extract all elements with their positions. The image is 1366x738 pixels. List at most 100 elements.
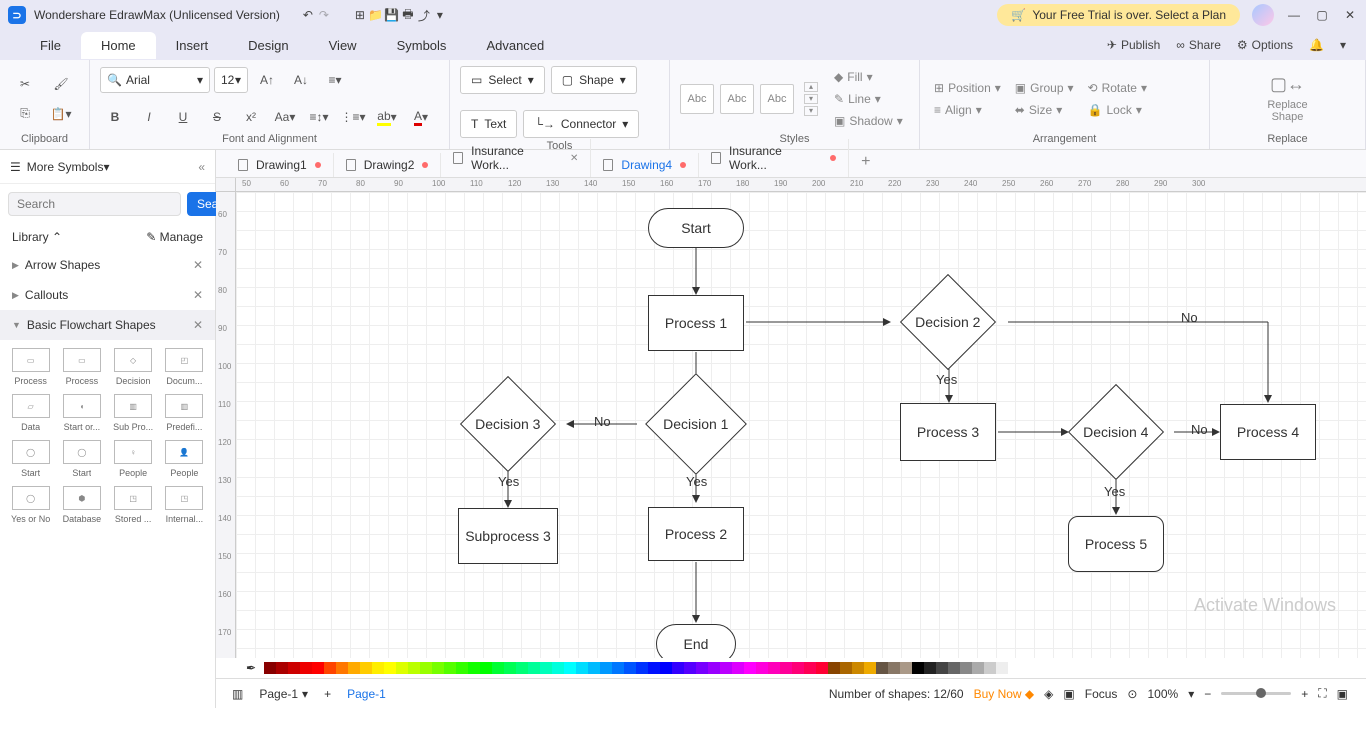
doc-tab[interactable]: Insurance Work... [699, 139, 849, 177]
doc-tab[interactable]: Drawing4 [591, 153, 699, 177]
copy-icon[interactable]: ⎘ [10, 101, 40, 127]
bullets-icon[interactable]: ⋮≡▾ [338, 104, 368, 130]
fit-page-icon[interactable]: ⛶ [1318, 686, 1326, 701]
shape-data[interactable]: ▱Data [6, 392, 55, 434]
node-decision4[interactable]: Decision 4 [1068, 384, 1164, 480]
library-label[interactable]: Library ⌃ [12, 230, 62, 244]
style-preset-3[interactable]: Abc [760, 84, 794, 114]
node-process3[interactable]: Process 3 [900, 403, 996, 461]
color-swatch[interactable] [456, 662, 468, 674]
shape-sub pro...[interactable]: ▥Sub Pro... [109, 392, 158, 434]
font-color-icon[interactable]: A▾ [406, 104, 436, 130]
pages-list-icon[interactable]: ▥ [224, 687, 251, 701]
options-button[interactable]: ⚙ Options [1237, 38, 1293, 52]
color-swatch[interactable] [468, 662, 480, 674]
color-swatch[interactable] [672, 662, 684, 674]
connector-tool[interactable]: └→ Connector ▾ [523, 110, 639, 138]
color-swatch[interactable] [372, 662, 384, 674]
color-swatch[interactable] [948, 662, 960, 674]
user-avatar[interactable] [1252, 4, 1274, 26]
node-process5[interactable]: Process 5 [1068, 516, 1164, 572]
shape-yes or no[interactable]: ◯Yes or No [6, 484, 55, 526]
underline-icon[interactable]: U [168, 104, 198, 130]
redo-icon[interactable]: ↷ [316, 7, 332, 23]
color-swatch[interactable] [684, 662, 696, 674]
lock-button[interactable]: 🔒 Lock▾ [1084, 101, 1151, 119]
fullscreen-icon[interactable]: ▣ [1337, 687, 1348, 701]
cut-icon[interactable]: ✂ [10, 71, 40, 97]
focus-button[interactable]: Focus [1085, 687, 1118, 701]
fill-button[interactable]: ◆ Fill▾ [830, 68, 907, 86]
shadow-button[interactable]: ▣ Shadow▾ [830, 112, 907, 130]
color-swatch[interactable] [924, 662, 936, 674]
shape-start or...[interactable]: ◖Start or... [57, 392, 106, 434]
zoom-in-icon[interactable]: + [1301, 687, 1308, 701]
color-swatch[interactable] [600, 662, 612, 674]
color-swatch[interactable] [888, 662, 900, 674]
buy-now-link[interactable]: Buy Now ◆ [974, 687, 1035, 701]
presentation-icon[interactable]: ▣ [1063, 687, 1074, 701]
color-swatch[interactable] [804, 662, 816, 674]
decrease-font-icon[interactable]: A↓ [286, 67, 316, 93]
select-tool[interactable]: ▭ Select ▾ [460, 66, 545, 94]
color-swatch[interactable] [996, 662, 1008, 674]
color-swatch[interactable] [828, 662, 840, 674]
add-tab-icon[interactable]: + [849, 147, 882, 177]
page-tab-active[interactable]: Page-1 [339, 687, 394, 701]
zoom-slider[interactable] [1221, 692, 1291, 695]
color-swatch[interactable] [396, 662, 408, 674]
color-swatch[interactable] [840, 662, 852, 674]
color-swatch[interactable] [660, 662, 672, 674]
zoom-out-icon[interactable]: − [1204, 687, 1211, 701]
tab-close-icon[interactable]: ✕ [570, 153, 578, 164]
color-swatch[interactable] [420, 662, 432, 674]
menu-insert[interactable]: Insert [156, 32, 229, 59]
color-swatch[interactable] [768, 662, 780, 674]
shape-start[interactable]: ◯Start [6, 438, 55, 480]
color-swatch[interactable] [444, 662, 456, 674]
align-text-icon[interactable]: ≡▾ [320, 67, 350, 93]
publish-button[interactable]: ✈ Publish [1107, 38, 1160, 52]
color-swatch[interactable] [312, 662, 324, 674]
color-swatch[interactable] [636, 662, 648, 674]
line-button[interactable]: ✎ Line▾ [830, 90, 907, 108]
color-swatch[interactable] [300, 662, 312, 674]
font-family-select[interactable]: 🔍 Arial▾ [100, 67, 210, 93]
more-symbols-label[interactable]: More Symbols [27, 160, 104, 174]
ribbon-collapse-icon[interactable]: ▾ [1340, 38, 1346, 52]
menu-design[interactable]: Design [228, 32, 308, 59]
color-swatch[interactable] [720, 662, 732, 674]
undo-icon[interactable]: ↶ [300, 7, 316, 23]
export-icon[interactable]: ⤴ [416, 7, 432, 23]
shape-predefi...[interactable]: ▥Predefi... [160, 392, 209, 434]
group-button[interactable]: ▣ Group▾ [1011, 79, 1078, 97]
color-swatch[interactable] [360, 662, 372, 674]
open-icon[interactable]: 📁 [368, 7, 384, 23]
color-swatch[interactable] [648, 662, 660, 674]
node-process4[interactable]: Process 4 [1220, 404, 1316, 460]
node-decision2[interactable]: Decision 2 [900, 274, 996, 370]
color-swatch[interactable] [816, 662, 828, 674]
symbol-search-input[interactable] [8, 192, 181, 216]
color-swatch[interactable] [624, 662, 636, 674]
shape-internal...[interactable]: ◳Internal... [160, 484, 209, 526]
text-tool[interactable]: T Text [460, 110, 517, 138]
color-swatch[interactable] [504, 662, 516, 674]
shape-people[interactable]: ♀People [109, 438, 158, 480]
replace-shape-icon[interactable]: ▢↔ [1270, 74, 1305, 95]
shape-process[interactable]: ▭Process [57, 346, 106, 388]
color-swatch[interactable] [852, 662, 864, 674]
format-painter-icon[interactable]: 🖌 [46, 71, 76, 97]
color-swatch[interactable] [756, 662, 768, 674]
style-preset-1[interactable]: Abc [680, 84, 714, 114]
shape-tool[interactable]: ▢ Shape ▾ [551, 66, 637, 94]
color-swatch[interactable] [588, 662, 600, 674]
category-basic-flowchart[interactable]: ▼Basic Flowchart Shapes✕ [0, 310, 215, 340]
color-swatch[interactable] [936, 662, 948, 674]
print-icon[interactable]: 🖶 [400, 7, 416, 23]
rotate-button[interactable]: ⟲ Rotate▾ [1084, 79, 1151, 97]
color-swatch[interactable] [960, 662, 972, 674]
color-swatch[interactable] [708, 662, 720, 674]
color-swatch[interactable] [732, 662, 744, 674]
node-end[interactable]: End [656, 624, 736, 658]
